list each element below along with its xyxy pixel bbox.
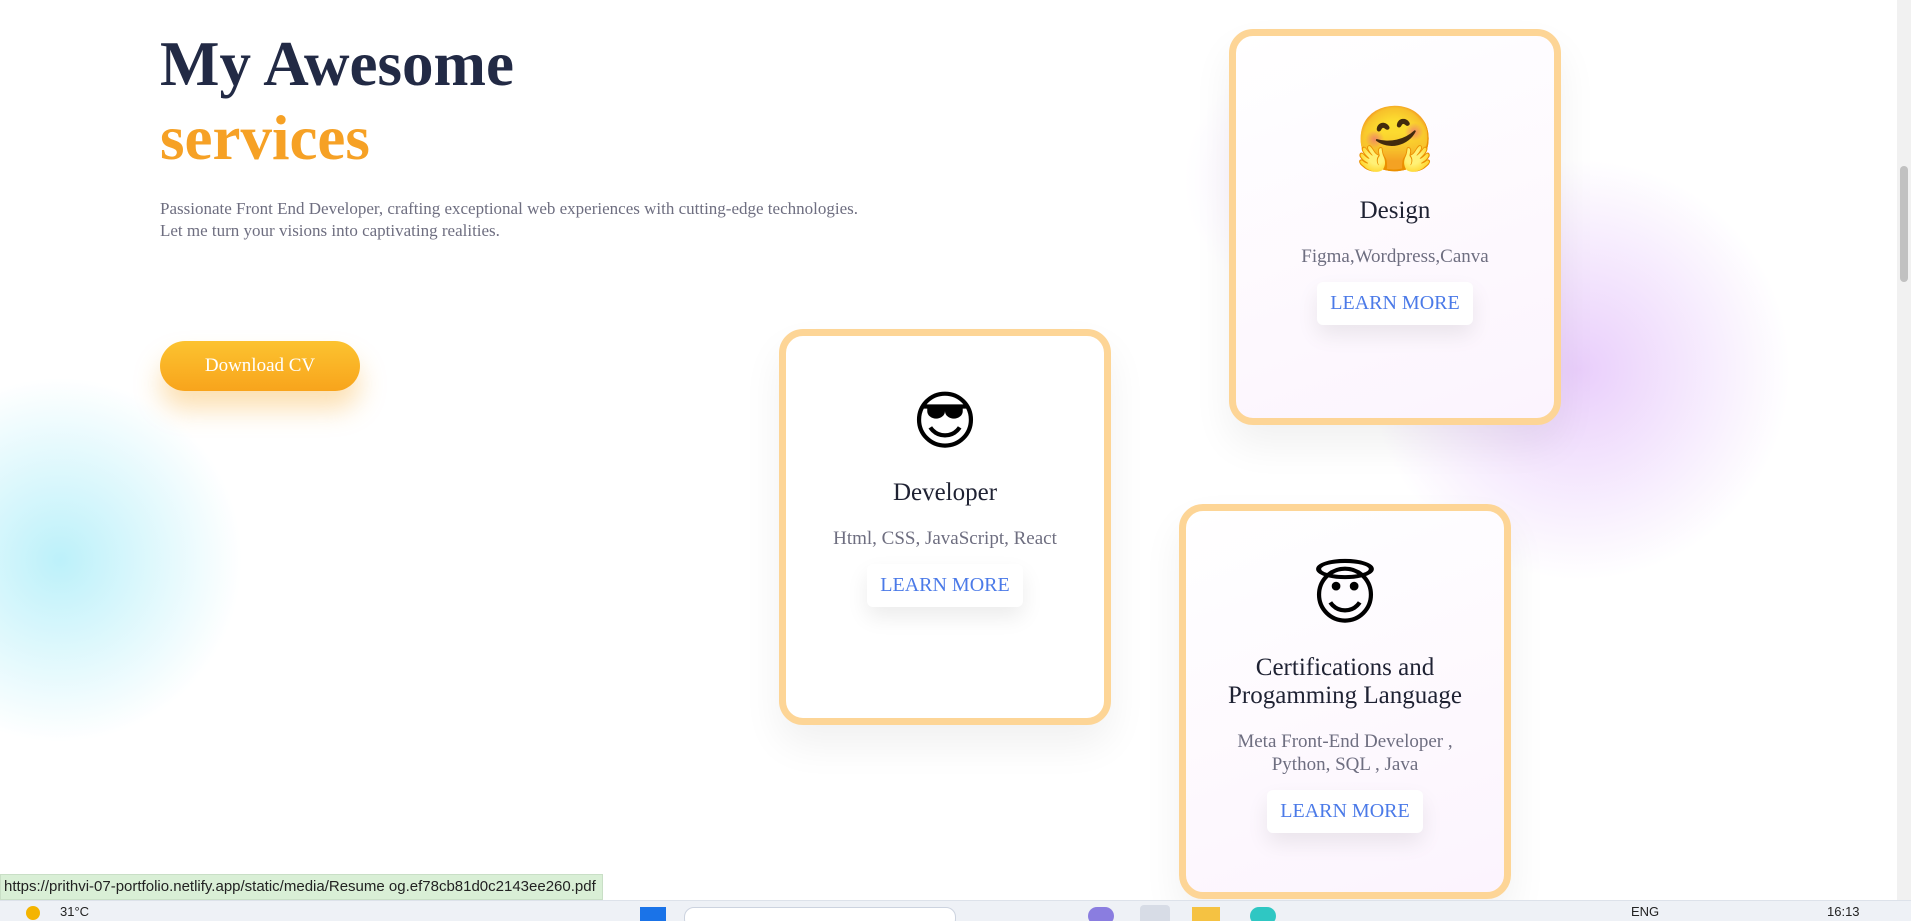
weather-icon[interactable] [26,906,40,920]
hero-description-line: Passionate Front End Developer, crafting… [160,199,858,218]
card-title: Design [1359,197,1431,224]
card-title-line: Certifications and [1255,654,1435,681]
scrollbar-thumb[interactable] [1900,166,1908,282]
clock[interactable]: 16:13 [1827,904,1860,919]
card-subtitle: Meta Front-End Developer , Python, SQL ,… [1186,730,1504,776]
taskbar-app-icon[interactable] [1250,907,1276,921]
taskbar: 31°C ENG 16:13 [0,900,1911,921]
download-cv-button[interactable]: Download CV [160,341,360,391]
service-card-developer: 😎 Developer Html, CSS, JavaScript, React… [779,329,1111,725]
card-subtitle-line: Python, SQL , Java [1271,754,1419,775]
learn-more-button[interactable]: LEARN MORE [867,564,1023,607]
page-title-accent: services [160,103,370,173]
search-box[interactable] [684,907,956,921]
learn-more-button[interactable]: LEARN MORE [1317,282,1473,325]
halo-face-emoji-icon: 😇 [1311,560,1379,634]
weather-temperature[interactable]: 31°C [60,904,89,919]
sunglasses-face-emoji-icon: 😎 [911,385,979,459]
card-title: Developer [892,479,998,506]
hero-description-line: Let me turn your visions into captivatin… [160,221,500,240]
page-title: My Awesome [160,29,514,99]
card-title-line: Progamming Language [1228,682,1462,709]
status-bar-url: https://prithvi-07-portfolio.netlify.app… [0,874,603,900]
card-subtitle-line: Meta Front-End Developer , [1237,731,1453,752]
service-card-certifications: 😇 Certifications and Progamming Language… [1179,504,1511,899]
card-subtitle: Figma,Wordpress,Canva [1301,246,1489,267]
card-subtitle: Html, CSS, JavaScript, React [833,528,1057,549]
vertical-scrollbar[interactable] [1897,0,1911,900]
browser-icon[interactable] [1140,905,1170,921]
start-menu-icon[interactable] [640,907,666,921]
learn-more-button[interactable]: LEARN MORE [1267,790,1423,833]
page: My Awesome services Passionate Front End… [0,0,1911,900]
taskbar-app-icon[interactable] [1088,907,1114,921]
language-indicator[interactable]: ENG [1631,904,1659,919]
hugging-face-emoji-icon: 🤗 [1355,103,1435,177]
card-title: Certifications and Progamming Language [1186,654,1504,710]
file-explorer-icon[interactable] [1192,907,1220,921]
hero-description: Passionate Front End Developer, crafting… [160,198,858,242]
service-card-design: 🤗 Design Figma,Wordpress,Canva LEARN MOR… [1229,29,1561,425]
